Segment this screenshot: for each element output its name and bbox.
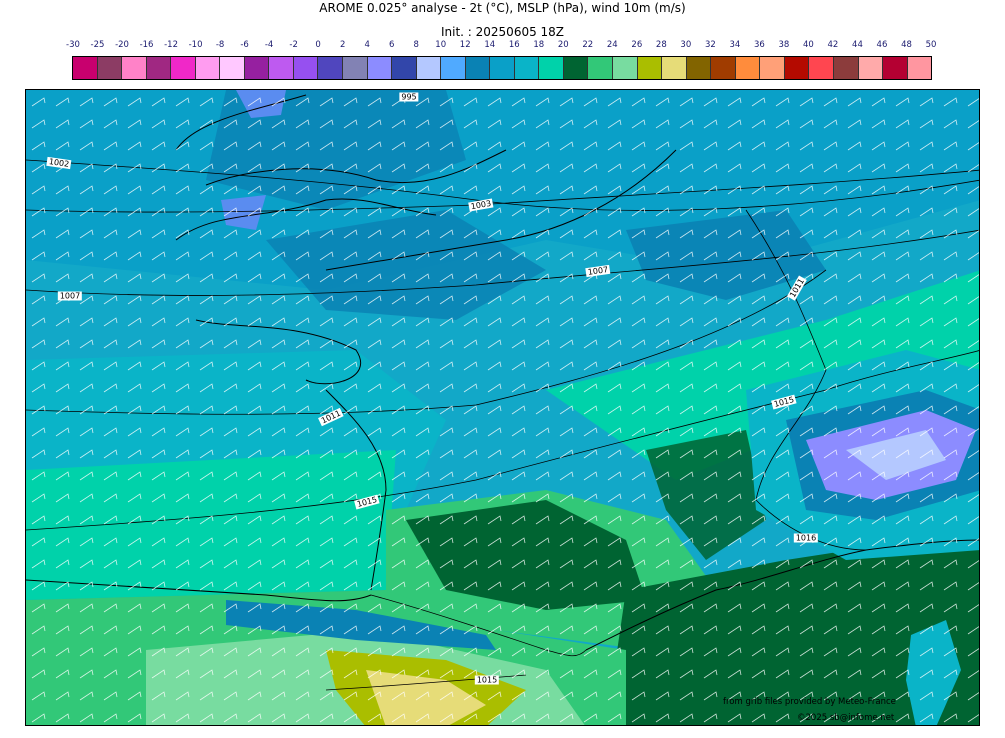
isobar-label: 1015 — [474, 675, 500, 685]
legend-label: 18 — [533, 40, 545, 50]
legend-swatch — [73, 57, 98, 79]
legend-label: 40 — [803, 40, 814, 50]
legend-swatch — [490, 57, 515, 79]
legend-swatch — [833, 57, 859, 79]
legend-swatch — [662, 57, 687, 79]
isobar-label: 1016 — [793, 533, 819, 543]
legend-label: 44 — [852, 40, 863, 50]
legend-label: 28 — [655, 40, 667, 50]
legend-swatch — [588, 57, 614, 79]
legend-swatch — [637, 57, 663, 79]
legend-label: 6 — [388, 40, 395, 50]
legend-swatch — [514, 57, 540, 79]
legend-color-bar — [72, 56, 932, 80]
legend-swatch — [613, 57, 638, 79]
legend-swatch — [883, 57, 908, 79]
legend-swatch — [171, 57, 196, 79]
legend-swatch — [392, 57, 417, 79]
legend-label: 14 — [484, 40, 496, 50]
legend-label: 4 — [364, 40, 370, 50]
legend-label: 26 — [631, 40, 643, 50]
legend-swatch — [563, 57, 589, 79]
legend-swatch — [97, 57, 123, 79]
legend-label: -20 — [115, 40, 129, 50]
legend-swatch — [367, 57, 393, 79]
legend-label: 30 — [680, 40, 692, 50]
legend-swatch — [318, 57, 344, 79]
source-credit: from grib files provided by Meteo-France — [723, 697, 896, 707]
init-time: Init. : 20250605 18Z — [440, 25, 565, 39]
color-legend: -30 -25 -20 -16 -12 -10 -8 -6 -4 -2 0 2 4 6 8 10 12 14 16 1… — [66, 40, 936, 80]
legend-label: 46 — [876, 40, 888, 50]
legend-label: 38 — [778, 40, 790, 50]
legend-swatch — [441, 57, 466, 79]
legend-swatch — [269, 57, 294, 79]
legend-label: -4 — [264, 40, 274, 50]
weather-map[interactable]: 995 1002 1003 1007 1007 1011 1011 1015 1015 1016 1… — [25, 89, 980, 726]
legend-swatch — [220, 57, 245, 79]
legend-swatch — [146, 57, 172, 79]
legend-label: 2 — [339, 40, 346, 50]
legend-label: 0 — [315, 40, 321, 50]
copyright-credit: ©2025 sb@infome.net — [797, 713, 895, 723]
legend-swatch — [244, 57, 270, 79]
map-canvas — [26, 90, 979, 725]
legend-swatch — [858, 57, 884, 79]
legend-swatch — [760, 57, 785, 79]
legend-swatch — [686, 57, 712, 79]
legend-swatch — [809, 57, 834, 79]
legend-label: 22 — [582, 40, 594, 50]
legend-label: 42 — [827, 40, 839, 50]
legend-label: 48 — [901, 40, 912, 50]
legend-swatch — [195, 57, 221, 79]
isobar-label: 1007 — [57, 291, 83, 301]
legend-swatch — [711, 57, 736, 79]
legend-label: -2 — [289, 40, 298, 50]
legend-swatch — [122, 57, 147, 79]
legend-label: -25 — [90, 40, 105, 50]
legend-label: 32 — [704, 40, 716, 50]
legend-label: 10 — [435, 40, 447, 50]
legend-label: 50 — [925, 40, 937, 50]
legend-label: 34 — [729, 40, 741, 50]
legend-swatch — [539, 57, 564, 79]
legend-label: 20 — [557, 40, 569, 50]
isobar-label: 995 — [399, 92, 419, 102]
legend-label: -6 — [240, 40, 249, 50]
legend-label: -12 — [164, 40, 178, 50]
legend-label: -30 — [66, 40, 80, 50]
legend-swatch — [293, 57, 319, 79]
legend-label: 24 — [606, 40, 618, 50]
legend-swatch — [907, 57, 932, 79]
map-title: AROME 0.025° analyse - 2t (°C), MSLP (hP… — [319, 1, 686, 15]
legend-swatch — [416, 57, 442, 79]
legend-label: -16 — [139, 40, 154, 50]
legend-swatch — [343, 57, 368, 79]
legend-label: -8 — [215, 40, 225, 50]
legend-label: 12 — [459, 40, 471, 50]
legend-swatch — [465, 57, 491, 79]
legend-label: 36 — [753, 40, 765, 50]
legend-label: 16 — [508, 40, 520, 50]
legend-swatch — [735, 57, 761, 79]
legend-label: 8 — [413, 40, 419, 50]
legend-label: -10 — [188, 40, 203, 50]
legend-swatch — [784, 57, 810, 79]
